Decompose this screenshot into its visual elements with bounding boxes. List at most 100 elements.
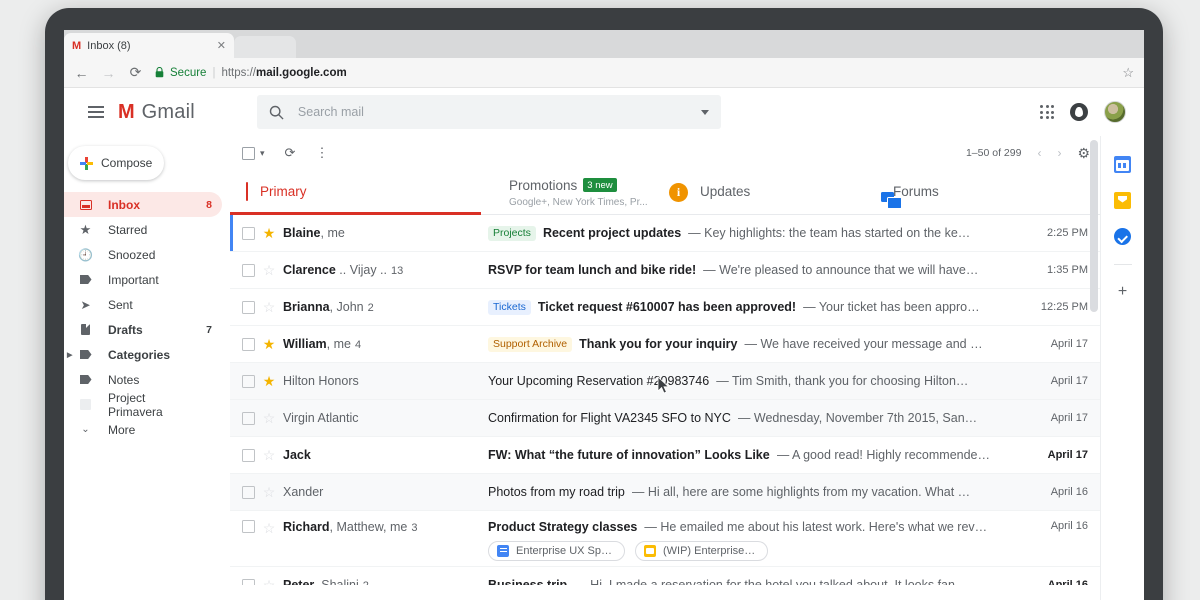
avatar[interactable] (1104, 101, 1126, 123)
star-icon[interactable]: ★ (255, 336, 283, 353)
sender-others: , me (321, 226, 345, 240)
subject-area: Product Strategy classes— He emailed me … (488, 520, 1030, 561)
sidebar-item-label: More (108, 423, 197, 437)
row-checkbox[interactable] (242, 264, 255, 277)
next-page-icon[interactable]: › (1057, 146, 1061, 160)
star-icon[interactable]: ★ (255, 225, 283, 242)
row-checkbox[interactable] (242, 486, 255, 499)
tag-icon (78, 275, 93, 284)
new-tab-button[interactable] (234, 36, 296, 58)
unread-indicator (230, 215, 233, 251)
email-subject: Product Strategy classes (488, 520, 637, 534)
row-checkbox[interactable] (242, 579, 255, 586)
star-icon[interactable]: ☆ (255, 577, 283, 586)
sidebar-item-label: Starred (108, 223, 197, 237)
sidebar-item-more[interactable]: ⌄More (64, 417, 222, 442)
tag-icon (78, 350, 93, 359)
bookmark-star-icon[interactable]: ☆ (1122, 65, 1134, 81)
address-bar[interactable]: Secure | https://mail.google.com (155, 67, 1110, 79)
forward-icon[interactable]: → (101, 65, 116, 81)
row-checkbox[interactable] (242, 338, 255, 351)
star-icon[interactable]: ☆ (255, 410, 283, 427)
sender-primary: William (283, 337, 327, 351)
star-icon[interactable]: ☆ (255, 484, 283, 501)
back-icon[interactable]: ← (74, 65, 89, 81)
add-panel-icon[interactable]: + (1118, 284, 1127, 300)
calendar-icon[interactable] (1114, 156, 1131, 173)
row-checkbox[interactable] (242, 520, 255, 533)
browser-tab[interactable]: M Inbox (8) ✕ (64, 33, 234, 58)
more-options-icon[interactable]: ⋮ (315, 145, 328, 161)
label-chip[interactable]: Projects (488, 226, 536, 241)
email-row[interactable]: ☆Clarence .. Vijay ..13RSVP for team lun… (230, 252, 1100, 289)
tab-forums[interactable]: Forums (865, 170, 1065, 214)
star-icon[interactable]: ☆ (255, 447, 283, 464)
sidebar-item-categories[interactable]: ▶Categories (64, 342, 222, 367)
label-chip[interactable]: Tickets (488, 300, 531, 315)
sender-primary: Jack (283, 448, 311, 462)
search-options-icon[interactable] (701, 110, 709, 115)
sidebar-item-sent[interactable]: ➤Sent (64, 292, 222, 317)
sender-names: Blaine, me (283, 226, 488, 240)
search-input[interactable] (298, 105, 687, 119)
tab-promotions[interactable]: Promotions3 newGoogle+, New York Times, … (481, 170, 653, 214)
row-checkbox[interactable] (242, 449, 255, 462)
sidebar-item-inbox[interactable]: Inbox8 (64, 192, 222, 217)
tab-updates[interactable]: iUpdates (653, 170, 865, 214)
chevron-down-icon[interactable]: ▾ (260, 148, 265, 159)
sidebar-item-label: Snoozed (108, 248, 197, 262)
reload-icon[interactable]: ⟳ (128, 64, 143, 81)
subject-area: FW: What “the future of innovation” Look… (488, 448, 1030, 462)
star-icon[interactable]: ★ (255, 373, 283, 390)
apps-grid-icon[interactable] (1040, 105, 1054, 119)
email-row[interactable]: ☆Richard, Matthew, me3Product Strategy c… (230, 511, 1100, 567)
email-row[interactable]: ★Blaine, meProjectsRecent project update… (230, 215, 1100, 252)
drop-icon[interactable] (1070, 103, 1088, 121)
label-chip[interactable]: Support Archive (488, 337, 572, 352)
select-all-control[interactable]: ▾ (242, 147, 265, 160)
settings-gear-icon[interactable]: ⚙ (1077, 145, 1090, 162)
thread-count: 2 (363, 580, 369, 585)
refresh-icon[interactable]: ⟳ (285, 145, 296, 161)
list-scrollbar[interactable] (1090, 136, 1098, 506)
gmail-favicon-icon: M (72, 40, 80, 52)
email-row[interactable]: ☆Brianna, John2TicketsTicket request #61… (230, 289, 1100, 326)
email-snippet: — A good read! Highly recommende… (777, 448, 990, 462)
expander-icon[interactable]: ▶ (67, 351, 72, 359)
sidebar-item-drafts[interactable]: Drafts7 (64, 317, 222, 342)
email-row[interactable]: ★William, me4Support ArchiveThank you fo… (230, 326, 1100, 363)
select-all-checkbox[interactable] (242, 147, 255, 160)
email-row[interactable]: ☆Virgin AtlanticConfirmation for Flight … (230, 400, 1100, 437)
row-checkbox[interactable] (242, 301, 255, 314)
clock-icon: 🕘 (78, 248, 93, 262)
email-row[interactable]: ☆Peter, Shalini2Business trip— Hi, I mad… (230, 567, 1100, 585)
gmail-m-icon: M (118, 101, 133, 124)
email-row[interactable]: ☆XanderPhotos from my road trip— Hi all,… (230, 474, 1100, 511)
compose-button[interactable]: Compose (68, 146, 164, 180)
scrollbar-thumb[interactable] (1090, 140, 1098, 312)
star-icon[interactable]: ☆ (255, 520, 283, 537)
close-icon[interactable]: ✕ (217, 39, 226, 52)
sidebar-item-important[interactable]: Important (64, 267, 222, 292)
sidebar-item-project-primavera[interactable]: Project Primavera (64, 392, 222, 417)
email-row[interactable]: ☆Jack FW: What “the future of innovation”… (230, 437, 1100, 474)
sidebar-item-notes[interactable]: Notes (64, 367, 222, 392)
main-menu-icon[interactable] (76, 106, 112, 118)
attachment-chip[interactable]: Enterprise UX Sp… (488, 541, 625, 561)
star-icon[interactable]: ☆ (255, 262, 283, 279)
browser-window: M Inbox (8) ✕ ← → ⟳ Secure | https://mai… (64, 30, 1144, 600)
star-icon[interactable]: ☆ (255, 299, 283, 316)
tasks-icon[interactable] (1114, 228, 1131, 245)
prev-page-icon[interactable]: ‹ (1037, 146, 1041, 160)
row-checkbox[interactable] (242, 227, 255, 240)
search-bar[interactable] (257, 95, 721, 129)
gmail-logo[interactable]: M Gmail (118, 101, 195, 124)
sidebar-item-starred[interactable]: ★Starred (64, 217, 222, 242)
attachment-chip[interactable]: (WIP) Enterprise… (635, 541, 768, 561)
slides-icon (644, 545, 656, 557)
row-checkbox[interactable] (242, 412, 255, 425)
keep-icon[interactable] (1114, 192, 1131, 209)
tab-primary[interactable]: Primary (230, 170, 481, 214)
row-checkbox[interactable] (242, 375, 255, 388)
sidebar-item-snoozed[interactable]: 🕘 Snoozed (64, 242, 222, 267)
